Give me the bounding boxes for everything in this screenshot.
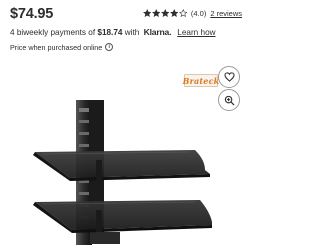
product-image — [33, 100, 212, 245]
star-icon — [169, 9, 179, 18]
star-icon — [151, 9, 161, 18]
heart-icon — [223, 72, 235, 82]
price-note-row: Price when purchased online i — [10, 41, 114, 53]
top-glass-shelf — [33, 150, 210, 181]
brand-logo: Brateck — [182, 74, 220, 87]
zoom-in-icon — [224, 95, 235, 106]
favorite-button[interactable] — [218, 66, 240, 88]
zoom-button[interactable] — [218, 89, 240, 111]
learn-how-link[interactable]: Learn how — [177, 28, 215, 37]
reviews-link[interactable]: 2 reviews — [210, 9, 242, 18]
klarna-logo: Klarna. — [143, 27, 172, 37]
financing-amount: $18.74 — [97, 28, 123, 37]
star-icon — [178, 9, 188, 18]
product-price: $74.95 — [10, 6, 54, 22]
rating-value: (4.0) — [190, 9, 207, 18]
rating-summary: (4.0) 2 reviews — [142, 9, 242, 18]
star-icon — [142, 9, 152, 18]
info-icon[interactable]: i — [105, 43, 114, 51]
financing-prefix: 4 biweekly payments of — [10, 28, 98, 37]
bottom-glass-shelf — [33, 200, 212, 233]
star-icon — [160, 9, 170, 18]
price-note: Price when purchased online — [10, 42, 103, 52]
financing-row: 4 biweekly payments of $18.74 with Klarn… — [10, 27, 216, 39]
star-rating — [142, 9, 188, 18]
price-row: $74.95 (4.0) 2 reviews — [10, 6, 242, 24]
financing-middle: with — [122, 28, 142, 37]
